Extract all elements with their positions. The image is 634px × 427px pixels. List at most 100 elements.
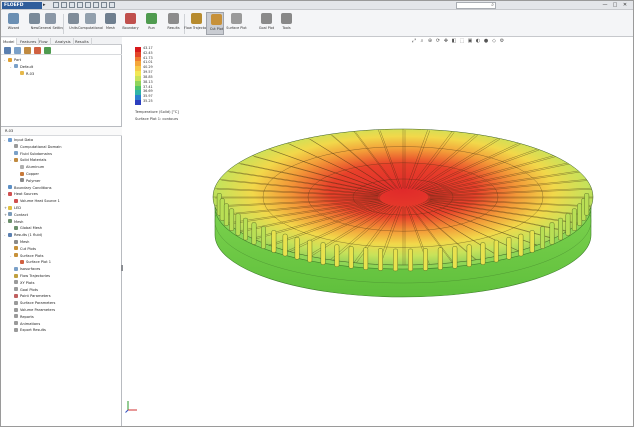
ribbon-button-label: Results xyxy=(167,26,180,30)
ribbon-button-mesh[interactable]: Mesh xyxy=(101,12,119,35)
ribbon-button-computational-domain[interactable]: Computational Domain xyxy=(78,12,103,35)
tree-node-icon xyxy=(20,178,24,183)
tab-model[interactable]: Model xyxy=(1,38,18,45)
color-legend[interactable]: 43.17 42.45 41.73 41.01 40.29 39.57 38.85 38.13… xyxy=(135,46,185,123)
ribbon-button-surface-plot[interactable]: Surface Plot xyxy=(226,12,247,35)
title-bar: FLOEFD ▸ ⌕ — □ ✕ xyxy=(1,1,633,10)
maximize-button[interactable]: □ xyxy=(610,1,620,10)
tree-item-label: Surface Parameters xyxy=(20,301,56,306)
tree-item-label: Goal Plots xyxy=(20,287,38,292)
tree-item-label: Volume Parameters xyxy=(20,308,56,312)
minimize-button[interactable]: — xyxy=(600,1,610,10)
tree-item-label: R-03 xyxy=(26,71,35,76)
fin xyxy=(529,230,535,253)
tree-node-icon xyxy=(8,205,12,210)
ribbon-button-units[interactable]: Units xyxy=(64,12,82,35)
tree-item-label: Copper xyxy=(26,172,39,176)
options-icon[interactable] xyxy=(109,2,115,8)
zoom-icon[interactable]: ⊕ xyxy=(427,38,433,44)
wizard-icon xyxy=(8,13,19,24)
hide-show-icon[interactable]: ◐ xyxy=(475,38,481,44)
ribbon-button-cut-plot[interactable]: Cut Plot xyxy=(206,12,224,35)
flow-analysis-icon[interactable] xyxy=(34,47,41,54)
appearance-icon[interactable]: ● xyxy=(483,38,489,44)
display-manager-icon[interactable] xyxy=(44,47,51,54)
panel-toolbar xyxy=(1,46,122,55)
tab-flow[interactable]: Flow xyxy=(37,38,51,45)
fin xyxy=(493,239,499,263)
ribbon-button-goal-plot[interactable]: Goal Plot xyxy=(257,12,275,35)
save-icon[interactable] xyxy=(69,2,75,8)
ribbon-button-results[interactable]: Results xyxy=(164,12,182,35)
legend-color-bar xyxy=(135,47,141,105)
rotate-icon[interactable]: ⟳ xyxy=(435,38,441,44)
property-manager-icon[interactable] xyxy=(14,47,21,54)
section-icon[interactable]: ◧ xyxy=(451,38,457,44)
close-button[interactable]: ✕ xyxy=(620,1,630,10)
tree-item-label: Aluminum xyxy=(26,165,45,170)
fin xyxy=(363,247,369,270)
zoom-fit-icon[interactable]: ⤢ xyxy=(411,38,417,44)
scene-icon[interactable]: ◇ xyxy=(491,38,497,44)
fin xyxy=(480,242,486,265)
tree-item-label: Computational Domain xyxy=(20,144,62,149)
mesh-icon xyxy=(105,13,116,24)
tree-item-label: Polymer xyxy=(26,178,41,183)
tree-item-label: Point Parameters xyxy=(20,294,51,299)
model-tree: - Part - Default R-03 xyxy=(1,56,122,126)
analysis-tree-title: R-03 xyxy=(5,129,14,133)
legend-color-swatch xyxy=(135,100,141,105)
tree-node-icon xyxy=(8,232,12,237)
tree-node-icon xyxy=(8,191,12,196)
fin xyxy=(584,193,590,216)
tree-item-label: Part xyxy=(14,58,22,62)
tab-analysis[interactable]: Analysis xyxy=(53,38,74,45)
ribbon-button-boundary[interactable]: Boundary xyxy=(121,12,139,35)
app-logo[interactable]: FLOEFD xyxy=(2,2,42,9)
graphics-viewport[interactable]: ⤢ ⌕ ⊕ ⟳ ✥ ◧ ⬚ ▣ ◐ ● ◇ ⚙ 43.17 42.45 41.73 41.01 40.29 39… xyxy=(123,37,633,426)
settings-icon[interactable]: ⚙ xyxy=(499,38,505,44)
select-icon[interactable] xyxy=(93,2,99,8)
window-controls: — □ ✕ xyxy=(600,1,630,10)
fin xyxy=(307,239,313,263)
print-icon[interactable] xyxy=(77,2,83,8)
ribbon-button-run[interactable]: Run xyxy=(142,12,160,35)
tree-item-label: Boundary Conditions xyxy=(14,185,52,190)
display-style-icon[interactable]: ▣ xyxy=(467,38,473,44)
search-input[interactable]: ⌕ xyxy=(456,2,496,9)
tree-item-label: Fluid Subdomains xyxy=(20,151,52,156)
pan-icon[interactable]: ✥ xyxy=(443,38,449,44)
tree-node-icon xyxy=(20,259,24,264)
ribbon-button-flow-trajectories[interactable]: Flow Trajectories xyxy=(184,12,209,35)
tree-node-icon xyxy=(14,151,18,156)
legend-tick-labels: 43.17 42.45 41.73 41.01 40.29 39.57 38.85 38.13… xyxy=(143,46,183,104)
fin xyxy=(452,246,458,269)
fin xyxy=(282,233,288,257)
heat-sink-model[interactable] xyxy=(203,117,603,317)
tree-item-label: Results (1 fluid) xyxy=(14,233,43,238)
ribbon-button-wizard[interactable]: Wizard xyxy=(4,12,22,35)
view-orient-icon[interactable]: ⬚ xyxy=(459,38,465,44)
tree-item[interactable]: Export Results xyxy=(10,327,46,334)
fin xyxy=(378,248,383,271)
ribbon-button-tools[interactable]: Tools xyxy=(277,12,295,35)
feature-tree-icon[interactable] xyxy=(4,47,11,54)
tree-node-icon xyxy=(14,198,18,203)
tree-node-icon xyxy=(14,307,18,312)
fin xyxy=(506,237,512,260)
rebuild-icon[interactable] xyxy=(101,2,107,8)
zoom-area-icon[interactable]: ⌕ xyxy=(419,38,425,44)
tab-results[interactable]: Results xyxy=(73,38,92,45)
tree-node-icon xyxy=(14,266,18,271)
configuration-icon[interactable] xyxy=(24,47,31,54)
ribbon-button-general-settings[interactable]: General Settings xyxy=(38,12,63,35)
open-folder-icon[interactable] xyxy=(61,2,67,8)
tree-item[interactable]: R-03 xyxy=(16,71,34,78)
fin xyxy=(540,226,545,249)
tree-node-icon xyxy=(14,327,18,332)
undo-icon[interactable] xyxy=(85,2,91,8)
new-document-icon[interactable] xyxy=(53,2,59,8)
tree-item-label: Contact xyxy=(14,212,28,217)
tools-icon xyxy=(281,13,292,24)
app-menu-arrow-icon[interactable]: ▸ xyxy=(43,2,49,9)
